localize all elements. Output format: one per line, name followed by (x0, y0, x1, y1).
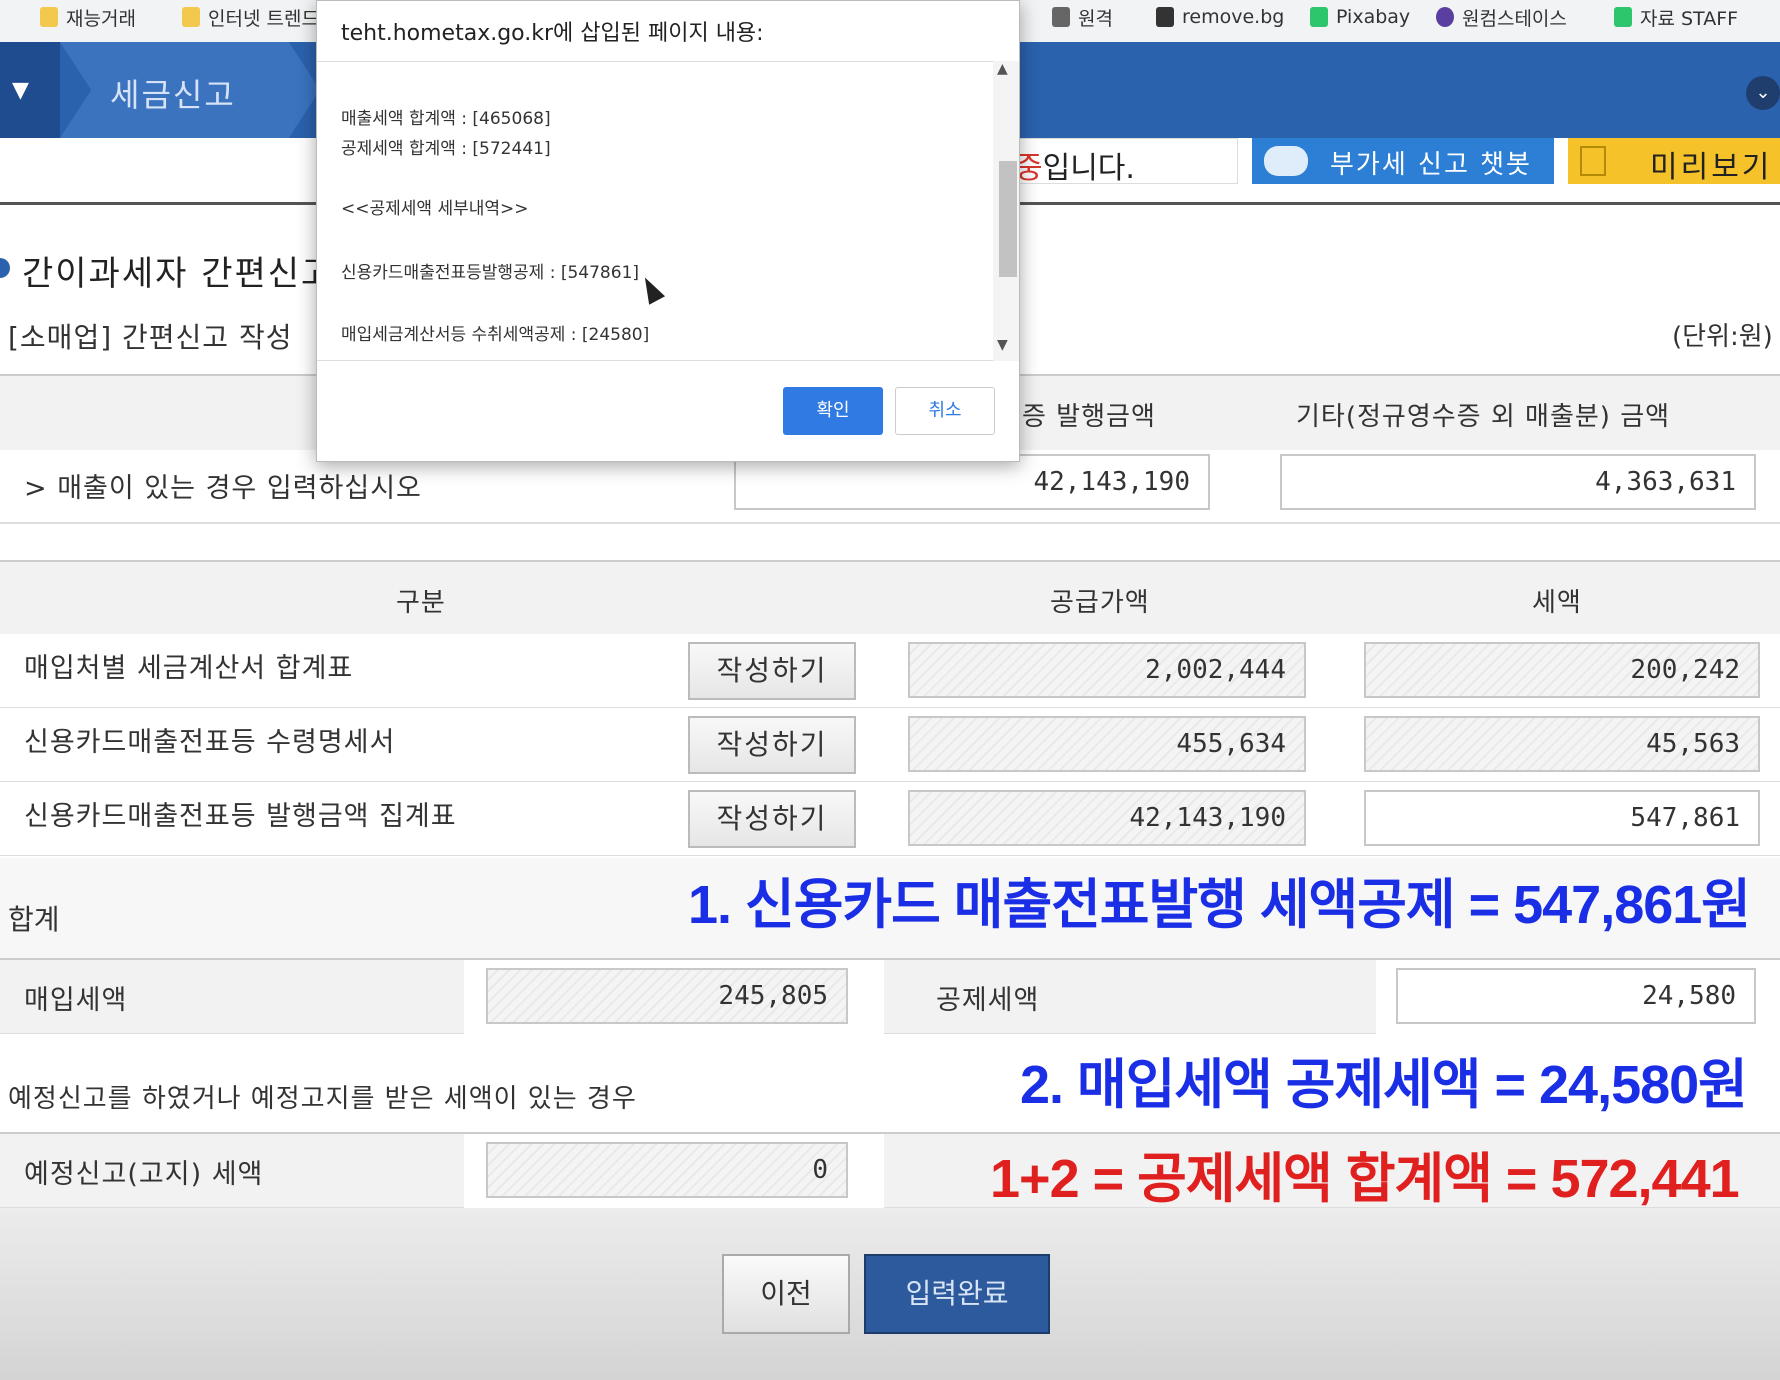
notice-suffix: 입니다. (1042, 151, 1135, 186)
prelim-tax-label: 예정신고(고지) 세액 (24, 1159, 264, 1190)
bookmark-label: 원컴스테이스 (1462, 7, 1567, 30)
purchase-tax-field: 245,805 (486, 968, 848, 1024)
row-label: 신용카드매출전표등 발행금액 집계표 (24, 801, 457, 832)
bookmark-label: 원격 (1078, 7, 1113, 30)
prelim-tax-field: 0 (486, 1142, 848, 1198)
bookmark-item[interactable]: 재능거래 (40, 4, 136, 30)
bookmark-item[interactable]: 원격 (1052, 4, 1113, 30)
write-button[interactable]: 작성하기 (688, 790, 856, 848)
chevron-down-icon[interactable]: ⌄ (1746, 76, 1780, 110)
supply-amount-field: 2,002,444 (908, 642, 1306, 698)
deduction-cell: 24,580 (1376, 960, 1780, 1034)
staff-icon (1614, 7, 1632, 27)
folder-icon (182, 7, 200, 27)
dialog-line: 공제세액 합계액 : [572441] (341, 139, 551, 159)
prev-button[interactable]: 이전 (722, 1254, 850, 1334)
purchase-tax-cell: 245,805 (464, 960, 884, 1034)
bookmark-label: remove.bg (1182, 6, 1285, 28)
breadcrumb[interactable]: 세금신고 (60, 42, 320, 138)
prelim-note: 예정신고를 하였거나 예정고지를 받은 세액이 있는 경우 (8, 1084, 637, 1114)
preview-button[interactable]: 미리보기 (1568, 138, 1780, 185)
annotation-total-deduction: 1+2 = 공제세액 합계액 = 572,441 (990, 1149, 1740, 1209)
dialog-scroll-thumb[interactable] (999, 161, 1017, 277)
bookmark-item[interactable]: 인터넷 트렌드 (182, 4, 319, 30)
chatbot-label: 부가세 신고 챗봇 (1330, 150, 1532, 180)
annotation-purchase-deduction: 2. 매입세액 공제세액 = 24,580원 (1020, 1055, 1748, 1115)
table-row: 신용카드매출전표등 수령명세서 작성하기 455,634 45,563 (0, 708, 1780, 782)
folder-icon (40, 7, 58, 27)
purchase-tax-row: 매입세액 245,805 공제세액 24,580 (0, 958, 1780, 1034)
input-complete-button[interactable]: 입력완료 (864, 1254, 1050, 1334)
table-header-row: 구분 공급가액 세액 (0, 560, 1780, 634)
table-row: 매입처별 세금계산서 합계표 작성하기 2,002,444 200,242 (0, 634, 1780, 708)
dialog-line: 매입세금계산서등 수취세액공제 : [24580] (341, 325, 650, 345)
col-tax: 세액 (1532, 588, 1582, 618)
section-subtitle: [소매업] 간편신고 작성 (8, 321, 293, 354)
vat-chatbot-button[interactable]: 부가세 신고 챗봇 (1252, 138, 1554, 184)
col-other-amount: 기타(정규영수증 외 매출분) 금액 (1296, 402, 1671, 432)
row-label: 신용카드매출전표등 수령명세서 (24, 727, 396, 758)
caret-down-icon: ▼ (12, 78, 29, 103)
unit-label: (단위:원) (1672, 322, 1773, 352)
tax-amount-field: 45,563 (1364, 716, 1760, 772)
chatbot-icon (1264, 146, 1308, 176)
prelim-tax-cell: 0 (464, 1134, 884, 1208)
deduction-input[interactable]: 24,580 (1396, 968, 1756, 1024)
card-sales-input[interactable]: 42,143,190 (734, 454, 1210, 510)
bookmark-item[interactable]: 원컴스테이스 (1436, 4, 1567, 30)
page-title: 간이과세자 간편신고 (22, 254, 335, 294)
table-row: 신용카드매출전표등 발행금액 집계표 작성하기 42,143,190 547,8… (0, 782, 1780, 856)
preview-label: 미리보기 (1650, 150, 1773, 185)
sales-row-label: > 매출이 있는 경우 입력하십시오 (24, 473, 422, 504)
deduction-label: 공제세액 (936, 985, 1040, 1016)
dialog-line: <<공제세액 세부내역>> (341, 199, 529, 219)
dialog-ok-button[interactable]: 확인 (783, 387, 883, 435)
col-supply: 공급가액 (1050, 588, 1150, 618)
row-label: 매입처별 세금계산서 합계표 (24, 653, 354, 684)
remote-icon (1052, 7, 1070, 27)
dialog-line: 매출세액 합계액 : [465068] (341, 109, 551, 129)
dialog-line: 신용카드매출전표등발행공제 : [547861] (341, 263, 640, 283)
bookmark-item[interactable]: Pixabay (1310, 4, 1410, 30)
scroll-down-icon[interactable]: ▼ (997, 337, 1008, 353)
bookmark-label: 재능거래 (66, 7, 136, 30)
supply-amount-field: 455,634 (908, 716, 1306, 772)
bookmark-label: 자료 STAFF (1640, 7, 1739, 30)
cloud-icon (1436, 7, 1454, 27)
bookmark-item[interactable]: remove.bg (1156, 4, 1284, 30)
sum-label: 합계 (8, 903, 60, 936)
write-button[interactable]: 작성하기 (688, 716, 856, 774)
dialog-cancel-button[interactable]: 취소 (895, 387, 995, 435)
write-button[interactable]: 작성하기 (688, 642, 856, 700)
bookmark-label: 인터넷 트렌드 (208, 7, 319, 30)
pixabay-icon (1310, 7, 1328, 27)
title-bullet-icon (0, 258, 10, 278)
tax-amount-field: 200,242 (1364, 642, 1760, 698)
dialog-message: 매출세액 합계액 : [465068] 공제세액 합계액 : [572441] … (317, 61, 1019, 361)
menu-dropdown-button[interactable]: ▼ (0, 42, 60, 138)
col-card-issued: 증 발행금액 (1022, 402, 1156, 432)
status-notice: 중입니다. (1000, 138, 1238, 186)
alert-dialog: teht.hometax.go.kr에 삽입된 페이지 내용: 매출세액 합계액… (316, 0, 1020, 462)
col-category: 구분 (396, 588, 446, 618)
removebg-icon (1156, 7, 1174, 27)
bookmark-item[interactable]: 자료 STAFF (1614, 4, 1738, 30)
bookmark-label: Pixabay (1336, 6, 1411, 28)
breadcrumb-label: 세금신고 (110, 76, 236, 114)
document-icon (1580, 146, 1606, 176)
annotation-card-credit: 1. 신용카드 매출전표발행 세액공제 = 547,861원 (688, 875, 1751, 935)
supply-amount-field: 42,143,190 (908, 790, 1306, 846)
tax-amount-input[interactable]: 547,861 (1364, 790, 1760, 846)
other-sales-input[interactable]: 4,363,631 (1280, 454, 1756, 510)
dialog-title: teht.hometax.go.kr에 삽입된 페이지 내용: (341, 21, 764, 46)
scroll-up-icon[interactable]: ▲ (997, 61, 1008, 77)
purchase-tax-label: 매입세액 (24, 985, 128, 1016)
